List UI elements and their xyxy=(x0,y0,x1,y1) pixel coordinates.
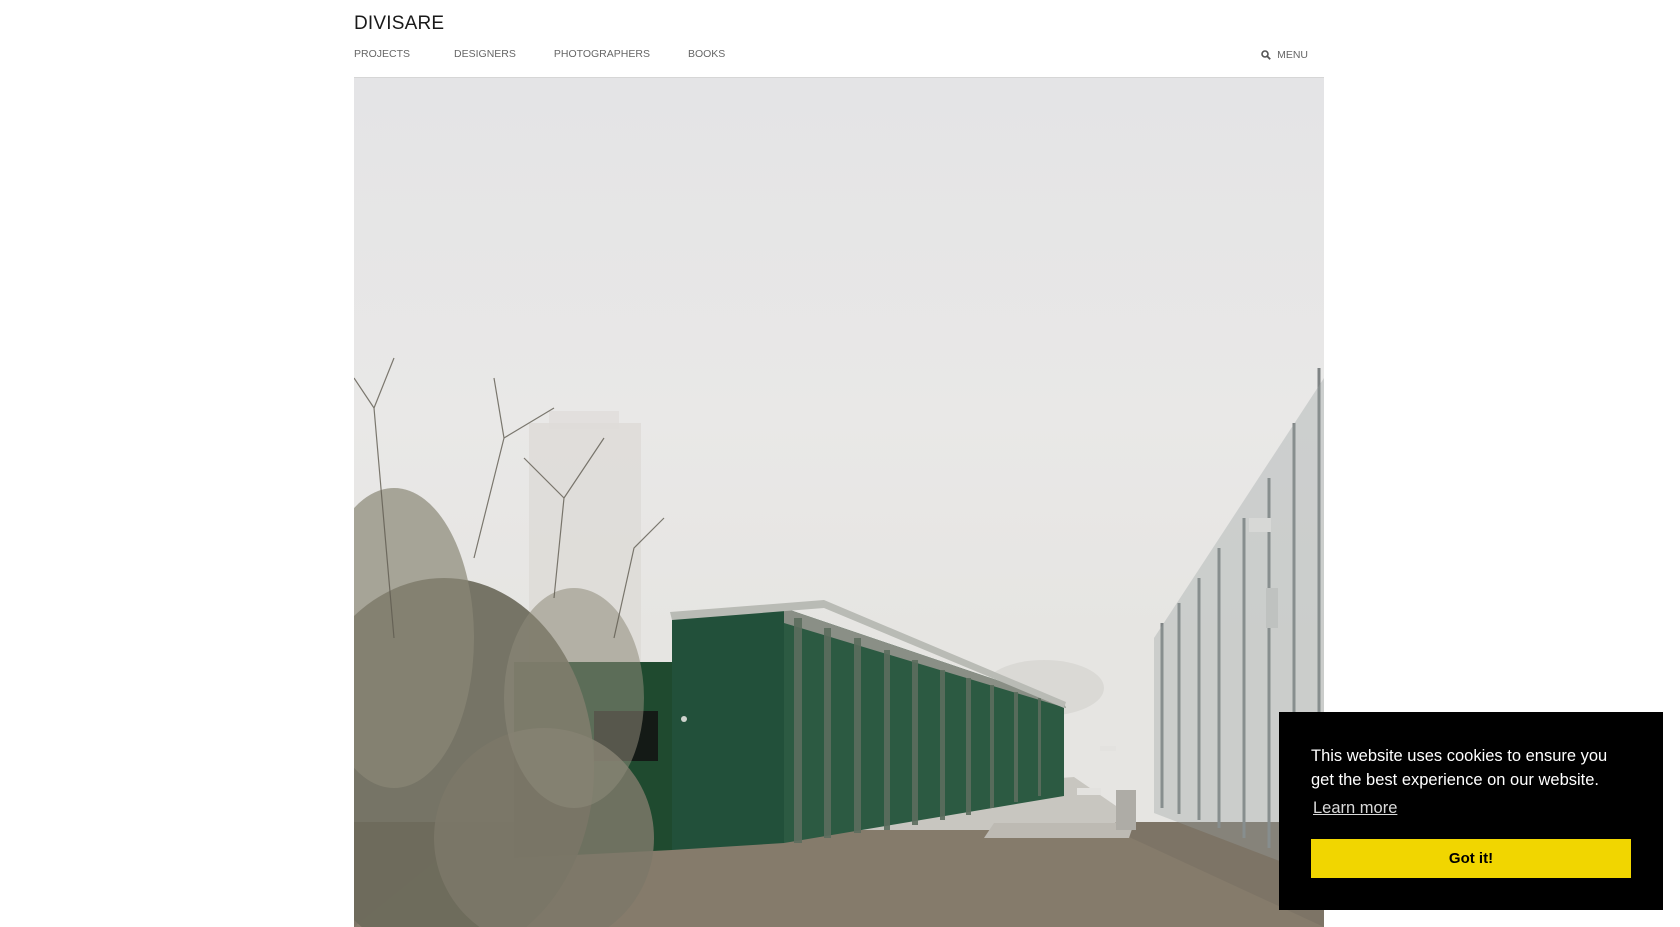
learn-more-link[interactable]: Learn more xyxy=(1311,797,1399,820)
nav-projects[interactable]: PROJECTS xyxy=(354,48,410,60)
nav-designers[interactable]: DESIGNERS xyxy=(454,48,516,60)
main-nav: PROJECTS DESIGNERS PHOTOGRAPHERS BOOKS xyxy=(354,48,763,60)
cookie-message: This website uses cookies to ensure you … xyxy=(1311,747,1608,789)
cookie-banner: This website uses cookies to ensure you … xyxy=(1279,712,1663,910)
menu-label: MENU xyxy=(1277,49,1308,61)
menu-button[interactable]: MENU xyxy=(1261,49,1308,61)
site-logo[interactable]: DIVISARE xyxy=(354,13,444,35)
hero-photo xyxy=(354,78,1324,927)
site-header: DIVISARE PROJECTS DESIGNERS PHOTOGRAPHER… xyxy=(354,0,1324,78)
accept-cookies-button[interactable]: Got it! xyxy=(1311,839,1631,878)
nav-photographers[interactable]: PHOTOGRAPHERS xyxy=(554,48,650,60)
nav-books[interactable]: BOOKS xyxy=(688,48,725,60)
search-icon[interactable] xyxy=(1261,50,1271,60)
page: DIVISARE PROJECTS DESIGNERS PHOTOGRAPHER… xyxy=(0,0,1680,927)
architecture-photo xyxy=(354,357,1324,927)
